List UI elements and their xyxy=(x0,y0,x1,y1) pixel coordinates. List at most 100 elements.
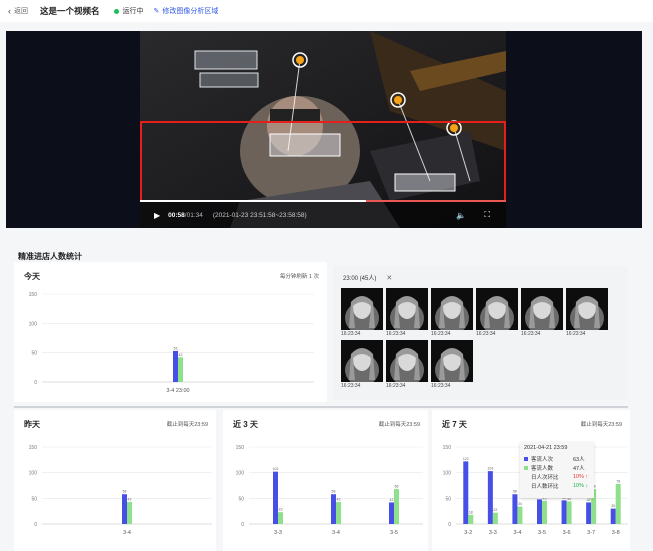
x-tick-label: 3-4 xyxy=(332,530,340,536)
cutoff-note: 截止到每天23:59 xyxy=(378,422,420,428)
y-tick-label: 150 xyxy=(236,445,245,451)
tooltip-row: 客流人数 47人 xyxy=(524,463,590,472)
face-image xyxy=(386,340,428,382)
bar xyxy=(561,500,567,524)
tooltip-value: 63人 xyxy=(573,456,585,463)
y-tick-label: 150 xyxy=(443,445,452,451)
divider xyxy=(14,406,628,408)
bar xyxy=(512,494,518,524)
tooltip-title: 2021-04-21 23:59 xyxy=(524,445,568,451)
bar-value-label: 34 xyxy=(518,502,522,506)
bar-value-label: 42 xyxy=(587,498,591,502)
bar xyxy=(336,501,341,524)
bar xyxy=(463,461,469,524)
face-timestamp: 16:23:34 xyxy=(431,331,451,337)
face-snapshot[interactable]: 16:23:34 xyxy=(386,288,428,337)
face-snapshot[interactable]: 16:23:34 xyxy=(566,288,608,337)
bar xyxy=(278,512,283,524)
tooltip-label: 客流人数 xyxy=(531,465,554,472)
face-snapshot[interactable]: 16:23:34 xyxy=(476,288,518,337)
yesterday-panel: 昨天 截止到每天23:59 0 50 100 150 58 43 3-4 xyxy=(14,410,216,551)
bar xyxy=(615,483,621,524)
face-snapshot[interactable]: 16:23:34 xyxy=(386,340,428,389)
face-snapshot[interactable]: 16:23:34 xyxy=(341,340,383,389)
today-chart: 0 50 100 150 5342 3-4 23:00 xyxy=(29,292,314,394)
bar-value-label: 122 xyxy=(463,457,469,461)
x-tick-label: 3-5 xyxy=(538,530,546,536)
bar-value-label: 42 xyxy=(179,353,183,357)
cutoff-note: 截止到每天23:59 xyxy=(166,422,208,428)
x-tick-label: 3-8 xyxy=(612,530,620,536)
tooltip-label: 日人次环比 xyxy=(531,474,559,481)
face-snapshot[interactable]: 16:23:34 xyxy=(431,288,473,337)
bar xyxy=(389,502,394,524)
bar-value-label: 68 xyxy=(395,485,399,489)
yesterday-chart: 0 50 100 150 5843 3-4 xyxy=(29,445,212,536)
legend-swatch xyxy=(524,456,528,461)
bar xyxy=(517,506,523,524)
x-tick-label: 3-3 xyxy=(489,530,497,536)
bar xyxy=(537,499,542,524)
y-tick-label: 0 xyxy=(34,380,37,386)
face-timestamp: 16:23:34 xyxy=(476,331,496,337)
tooltip-value: 47人 xyxy=(573,465,585,472)
face-snapshot[interactable]: 16:23:34 xyxy=(341,288,383,337)
face-snapshot[interactable]: 16:23:34 xyxy=(431,340,473,389)
y-tick-label: 50 xyxy=(31,351,37,357)
status-label: 运行中 xyxy=(122,8,144,15)
x-tick-label: 3-4 xyxy=(513,530,521,536)
tooltip-label: 客流人次 xyxy=(531,456,554,463)
last3-panel: 近 3 天 截止到每天23:59 0 50 100 150 102 23 3-3 58 43 3-… xyxy=(223,410,428,551)
edit-region-label: 修改图像分析区域 xyxy=(162,8,219,15)
legend-swatch xyxy=(524,484,528,488)
edit-icon: ✎ xyxy=(153,8,160,15)
y-tick-label: 100 xyxy=(236,471,245,477)
bar xyxy=(610,508,616,524)
bar xyxy=(468,514,474,524)
panel-title: 今天 xyxy=(24,272,40,281)
bar-value-label: 43 xyxy=(128,497,132,501)
x-tick-label: 3-6 xyxy=(563,530,571,536)
tooltip-row: 日人次环比 10% ↑ xyxy=(524,472,590,481)
bar-value-label: 53 xyxy=(174,346,178,350)
close-icon[interactable]: ✕ xyxy=(386,274,392,282)
analysis-region-box[interactable] xyxy=(140,121,506,202)
y-tick-label: 50 xyxy=(445,496,451,502)
tooltip-value: 10% ↑ xyxy=(573,473,589,480)
refresh-note: 每分钟刷新 1 次 xyxy=(279,274,319,280)
fullscreen-icon[interactable]: ⛶ xyxy=(484,210,490,220)
bar xyxy=(178,357,183,382)
video-name: 这是一个视频名 xyxy=(40,6,100,16)
bar-value-label: 102 xyxy=(273,467,279,471)
y-tick-label: 100 xyxy=(29,471,38,477)
time-range: (2021-01-23 23:51:58~23:58:58) xyxy=(212,211,307,219)
panel-title: 昨天 xyxy=(24,420,40,429)
y-tick-label: 50 xyxy=(31,496,37,502)
video-frame[interactable]: ▶ 00:58 /01:34 (2021-01-23 23:51:58~23:5… xyxy=(140,31,506,228)
section-title: 精准进店人数统计 xyxy=(18,252,82,261)
edit-analysis-region-link[interactable]: ✎ 修改图像分析区域 xyxy=(154,6,219,16)
face-timestamp: 16:23:34 xyxy=(431,383,451,389)
x-tick-label: 3-3 xyxy=(274,530,282,536)
face-image xyxy=(566,288,608,330)
y-tick-label: 150 xyxy=(29,292,38,298)
y-tick-label: 0 xyxy=(34,522,37,528)
bar-value-label: 58 xyxy=(513,490,517,494)
bar-value-label: 103 xyxy=(487,467,493,471)
back-button[interactable]: ‹ 返回 xyxy=(8,6,28,16)
face-timestamp: 16:23:34 xyxy=(341,331,361,337)
face-grid: 16:23:34 16:23:34 16:23:34 16:23:34 16:23:34… xyxy=(341,288,621,392)
bar xyxy=(331,494,336,524)
x-tick-label: 3-7 xyxy=(587,530,595,536)
bar-value-label: 18 xyxy=(469,510,473,514)
y-tick-label: 0 xyxy=(448,522,451,528)
bar xyxy=(492,512,498,524)
face-image xyxy=(341,288,383,330)
video-player-container: ▶ 00:58 /01:34 (2021-01-23 23:51:58~23:5… xyxy=(6,31,642,228)
face-snapshot[interactable]: 16:23:34 xyxy=(521,288,563,337)
status-dot-icon xyxy=(113,8,119,14)
y-tick-label: 150 xyxy=(29,445,38,451)
bar-value-label: 22 xyxy=(493,508,497,512)
volume-icon[interactable]: 🔈 xyxy=(456,211,466,220)
play-icon[interactable]: ▶ xyxy=(154,211,160,220)
